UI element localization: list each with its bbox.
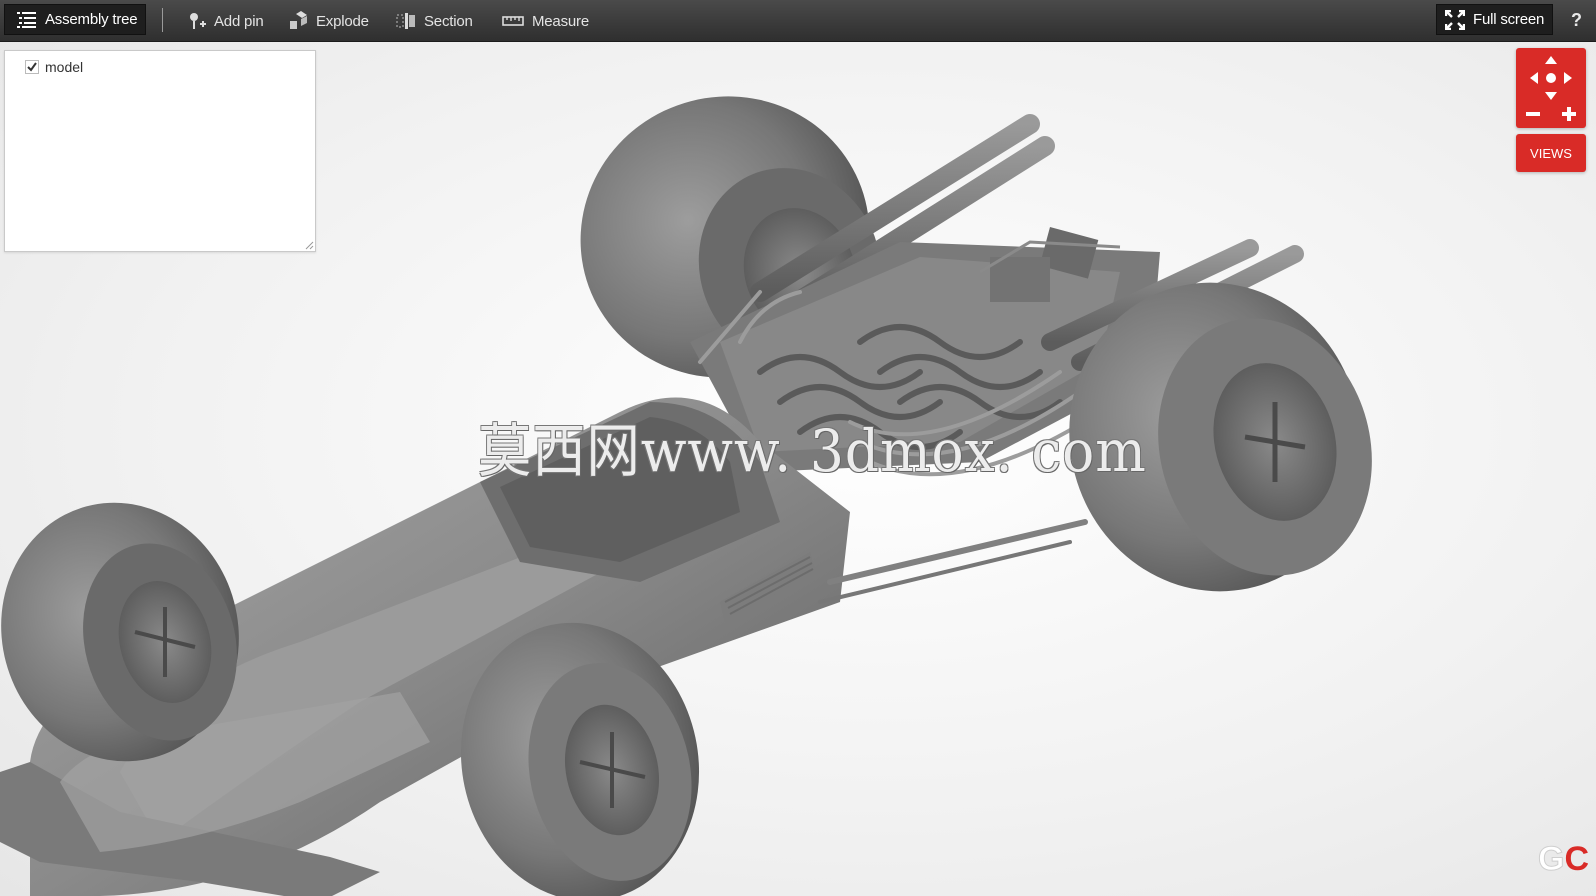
ruler-icon [502, 14, 524, 28]
assembly-tree-button[interactable]: Assembly tree [4, 4, 147, 35]
toolbar-divider [162, 8, 163, 32]
tree-node-label: model [45, 59, 84, 75]
measure-label: Measure [532, 12, 589, 30]
section-icon [396, 11, 416, 31]
section-label: Section [424, 12, 473, 30]
resize-grip-icon[interactable] [305, 241, 314, 250]
measure-button[interactable]: Measure [502, 0, 589, 42]
explode-button[interactable]: Explode [288, 0, 369, 42]
section-button[interactable]: Section [396, 0, 473, 42]
assembly-tree-panel: model [4, 50, 316, 252]
watermark-text: 莫西网www. 3dmox. com [478, 417, 1147, 485]
logo-letter-g: G [1538, 840, 1564, 878]
fullscreen-icon [1445, 9, 1465, 30]
full-screen-button[interactable]: Full screen [1436, 4, 1554, 35]
list-icon [17, 11, 37, 29]
full-screen-label: Full screen [1473, 11, 1545, 28]
zoom-in-icon[interactable] [1560, 106, 1578, 122]
add-pin-button[interactable]: Add pin [186, 0, 264, 42]
help-button[interactable]: ? [1571, 0, 1582, 42]
logo-letter-c: C [1564, 840, 1588, 878]
tree-node-model[interactable]: model [25, 59, 83, 75]
svg-text:GC: GC [1538, 840, 1588, 878]
explode-icon [288, 11, 308, 31]
assembly-tree-label: Assembly tree [45, 11, 138, 28]
toolbar: Assembly tree Add pin Explode Section Me… [0, 0, 1596, 42]
navigation-control [1516, 48, 1586, 128]
3d-viewport[interactable]: model VIEWS 莫西网www. 3dmox. com GC [0, 42, 1596, 896]
pin-icon [186, 11, 206, 31]
add-pin-label: Add pin [214, 12, 264, 30]
zoom-out-icon[interactable] [1524, 106, 1542, 122]
explode-label: Explode [316, 12, 369, 30]
check-icon[interactable] [25, 60, 39, 74]
brand-logo: GC [1538, 840, 1588, 879]
views-button[interactable]: VIEWS [1516, 134, 1586, 172]
